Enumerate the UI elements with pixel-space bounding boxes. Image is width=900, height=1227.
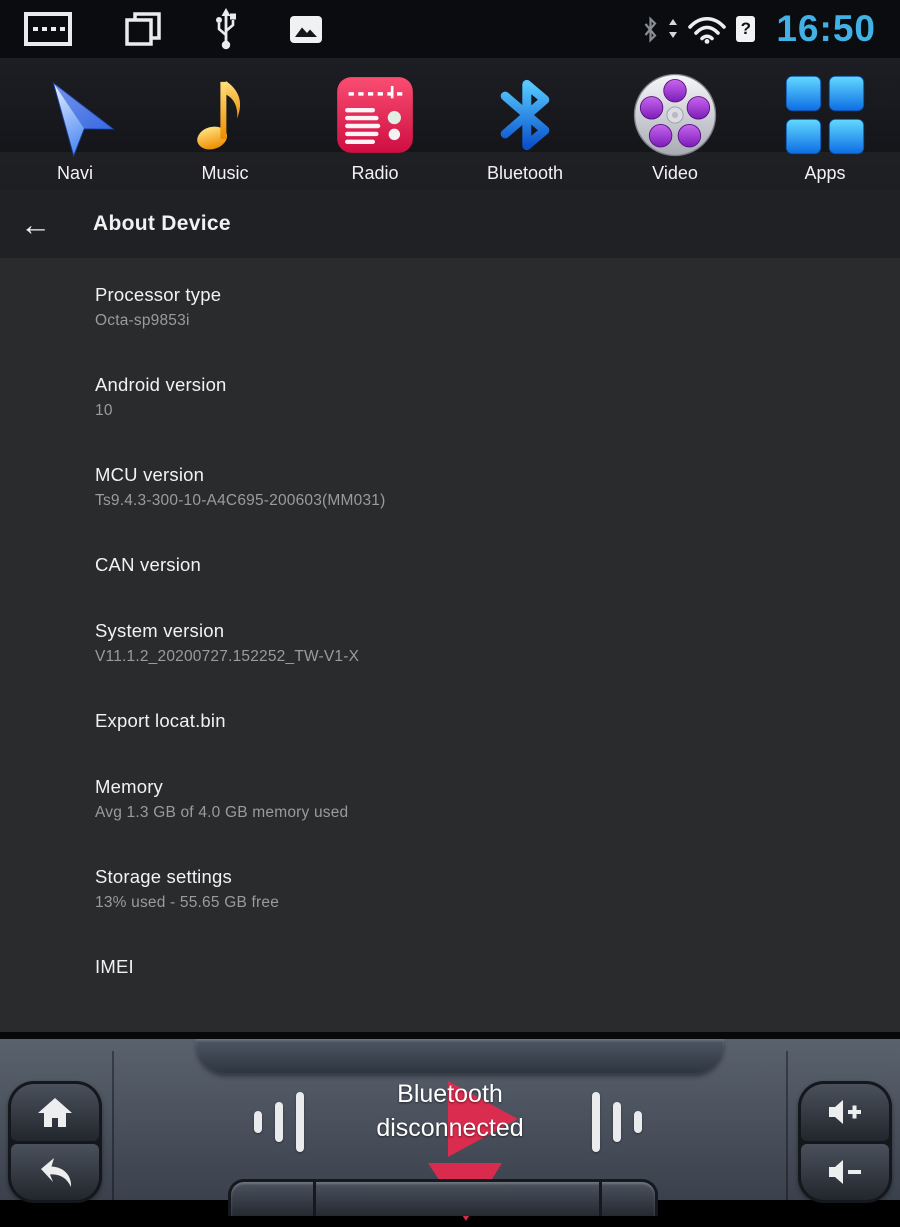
audio-bars-left-icon	[254, 1087, 304, 1157]
settings-item-processor-type[interactable]: Processor type Octa-sp9853i	[95, 284, 860, 330]
right-button-group	[798, 1081, 892, 1203]
usb-icon	[216, 8, 236, 50]
wifi-icon	[688, 16, 727, 44]
strip-divider	[599, 1182, 602, 1216]
volume-up-icon	[829, 1100, 861, 1125]
audio-bars-right-icon	[592, 1087, 642, 1157]
dock-item-bluetooth[interactable]: Bluetooth	[450, 58, 600, 190]
item-title: Android version	[95, 374, 227, 395]
bottom-bezel: Bluetooth disconnected	[0, 1032, 900, 1221]
settings-item-can-version[interactable]: CAN version	[95, 554, 860, 576]
network-arrows-icon	[669, 19, 678, 38]
settings-list: Processor type Octa-sp9853i Android vers…	[0, 258, 900, 1035]
navigation-arrow-icon	[29, 68, 121, 162]
clock: 16:50	[776, 8, 876, 49]
back-arrow-icon	[41, 1157, 72, 1187]
bezel-seam-left	[112, 1051, 114, 1200]
dock-item-apps[interactable]: Apps	[750, 58, 900, 190]
item-subtitle: V11.1.2_20200727.152252_TW-V1-X	[95, 648, 360, 665]
dock-label: Bluetooth	[486, 163, 564, 183]
settings-item-storage-settings[interactable]: Storage settings 13% used - 55.65 GB fre…	[95, 866, 860, 912]
bluetooth-status-line1: Bluetooth	[397, 1080, 503, 1108]
app-dock: Navi Music Radio Bluetooth Video Apps	[0, 58, 900, 190]
item-title: CAN version	[95, 554, 202, 575]
item-subtitle: Ts9.4.3-300-10-A4C695-200603(MM031)	[95, 492, 386, 509]
dock-item-music[interactable]: Music	[150, 58, 300, 190]
dock-label: Apps	[804, 163, 846, 183]
volume-up-button[interactable]	[801, 1084, 889, 1141]
radio-icon	[331, 68, 419, 162]
page-title: About Device	[93, 212, 231, 235]
status-icons-right: ? 16:50	[642, 8, 876, 50]
sim-badge-text: ?	[740, 19, 752, 38]
back-arrow-icon[interactable]: ←	[20, 209, 62, 240]
status-icons-left	[24, 7, 322, 51]
item-title: Storage settings	[95, 866, 232, 887]
bluetooth-status: Bluetooth disconnected	[310, 1077, 590, 1221]
status-bar: ? 16:50	[0, 0, 900, 58]
item-title: MCU version	[95, 464, 205, 485]
settings-item-mcu-version[interactable]: MCU version Ts9.4.3-300-10-A4C695-200603…	[95, 464, 860, 510]
home-icon	[38, 1098, 72, 1128]
item-title: Memory	[95, 776, 164, 797]
settings-item-system-version[interactable]: System version V11.1.2_20200727.152252_T…	[95, 620, 860, 666]
item-subtitle: Octa-sp9853i	[95, 312, 190, 329]
item-title: Export locat.bin	[95, 710, 226, 731]
keyboard-hide-icon	[24, 12, 72, 46]
home-button[interactable]	[11, 1084, 99, 1141]
strip-divider	[313, 1182, 316, 1216]
dock-item-video[interactable]: Video	[600, 58, 750, 190]
dock-label: Radio	[351, 163, 399, 183]
bluetooth-status-icon	[645, 15, 657, 43]
film-reel-icon	[630, 68, 720, 162]
bluetooth-status-line2: disconnected	[376, 1114, 524, 1142]
sim-unknown-badge: ?	[736, 16, 756, 42]
item-subtitle: 10	[95, 402, 113, 419]
dock-label: Music	[201, 163, 249, 183]
dock-item-radio[interactable]: Radio	[300, 58, 450, 190]
settings-item-memory[interactable]: Memory Avg 1.3 GB of 4.0 GB memory used	[95, 776, 860, 822]
recent-apps-icon	[125, 12, 161, 46]
settings-item-android-version[interactable]: Android version 10	[95, 374, 860, 420]
app-grid-icon	[782, 68, 868, 162]
dock-label: Navi	[56, 163, 93, 183]
item-title: IMEI	[95, 956, 134, 977]
left-button-group	[8, 1081, 102, 1203]
volume-down-button[interactable]	[801, 1143, 889, 1200]
page-header: ← About Device	[0, 190, 900, 258]
settings-item-export-locat-bin[interactable]: Export locat.bin	[95, 710, 860, 732]
volume-down-icon	[829, 1159, 861, 1184]
dock-label: Video	[652, 163, 698, 183]
item-title: System version	[95, 620, 225, 641]
item-subtitle: Avg 1.3 GB of 4.0 GB memory used	[95, 804, 349, 821]
item-title: Processor type	[95, 284, 222, 305]
settings-item-imei[interactable]: IMEI	[95, 956, 860, 978]
music-note-icon	[179, 68, 271, 162]
back-button[interactable]	[11, 1143, 99, 1200]
item-subtitle: 13% used - 55.65 GB free	[95, 894, 280, 911]
bezel-seam-right	[786, 1051, 788, 1200]
dock-item-navi[interactable]: Navi	[0, 58, 150, 190]
screenshot-icon	[290, 15, 322, 43]
bezel-bottom-strip	[228, 1179, 658, 1216]
bluetooth-icon	[480, 68, 570, 162]
